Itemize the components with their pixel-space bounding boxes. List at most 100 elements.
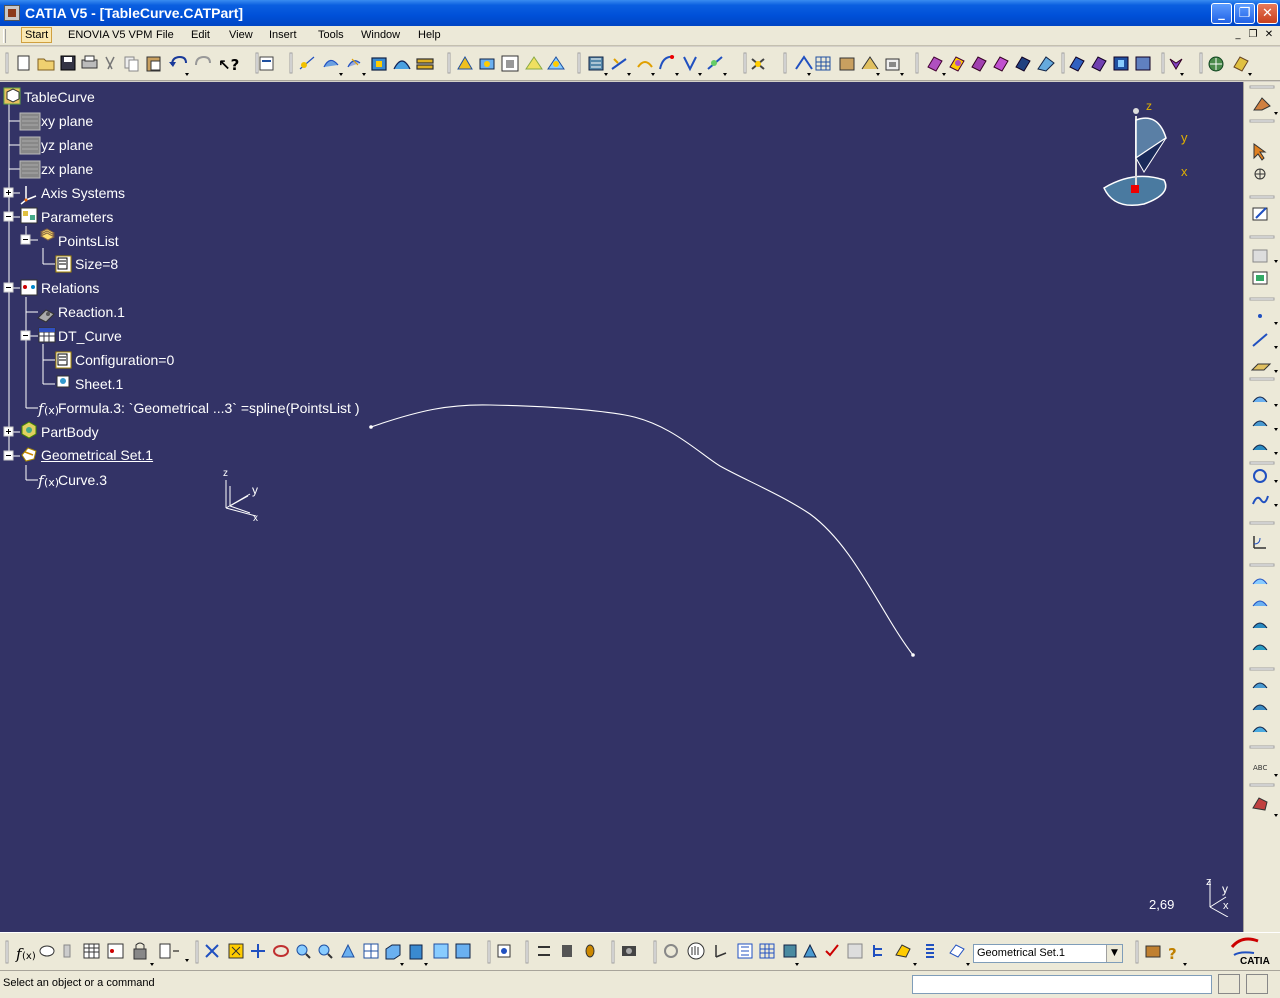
relations-icon xyxy=(20,279,38,296)
lock-icon xyxy=(133,942,147,960)
compass[interactable] xyxy=(1103,108,1167,206)
current-set-dropdown[interactable]: Geometrical Set.1 ▼ xyxy=(973,944,1123,963)
tree-node-formula[interactable]: Formula.3: `Geometrical ...3` =spline(Po… xyxy=(58,400,360,416)
tree-node-axis-systems[interactable]: Axis Systems xyxy=(41,185,125,201)
menu-tools[interactable]: Tools xyxy=(318,29,344,41)
catalog-icon xyxy=(107,943,124,959)
split-icon xyxy=(1252,622,1268,629)
status-message: Select an object or a command xyxy=(3,977,155,989)
analysis-icon xyxy=(1252,797,1268,811)
revolve-icon xyxy=(1252,420,1268,427)
menu-file[interactable]: File xyxy=(156,29,174,41)
save-icon xyxy=(60,55,76,71)
partbody-icon xyxy=(21,421,37,439)
shading-icon xyxy=(409,944,423,960)
formula-tool-icon: f (x) xyxy=(15,945,36,963)
power-input-button[interactable] xyxy=(1218,974,1240,994)
axis-systems-icon xyxy=(20,186,37,205)
fit-all-icon xyxy=(228,943,244,959)
tree-node-configuration[interactable]: Configuration=0 xyxy=(75,352,174,368)
extrude-icon xyxy=(1252,396,1268,403)
current-set-value: Geometrical Set.1 xyxy=(977,947,1066,959)
tree-node-pointslist[interactable]: PointsList xyxy=(58,233,119,249)
heal-icon xyxy=(1252,600,1268,607)
origin-axis-x-label: x xyxy=(253,513,258,524)
right-toolbar-icons: ABC xyxy=(1249,85,1278,817)
grid-snap-icon xyxy=(759,943,775,959)
design-table-icon xyxy=(38,327,56,343)
tree-node-xy-plane[interactable]: xy plane xyxy=(41,113,93,129)
stop-command-button[interactable] xyxy=(1246,974,1268,994)
corner-axis-x-label: x xyxy=(1223,900,1229,912)
trim-icon xyxy=(1252,644,1268,651)
size-param-icon xyxy=(55,255,72,273)
menu-grip[interactable] xyxy=(3,29,6,43)
tree-node-dt-curve[interactable]: DT_Curve xyxy=(58,328,122,344)
menu-bar: Start ENOVIA V5 VPM File Edit View Inser… xyxy=(0,26,1280,46)
pan-icon xyxy=(251,944,265,958)
measure-between-icon xyxy=(538,946,550,956)
tree-node-partbody[interactable]: PartBody xyxy=(41,424,99,440)
axis-icon xyxy=(715,945,727,958)
fly-icon xyxy=(205,944,219,958)
catia-app-icon[interactable] xyxy=(4,5,20,21)
paste-icon xyxy=(146,56,161,72)
check-icon xyxy=(825,944,839,957)
close-button[interactable]: ✕ xyxy=(1257,3,1278,24)
tree-node-parameters[interactable]: Parameters xyxy=(41,209,113,225)
maximize-button[interactable]: ❐ xyxy=(1234,3,1255,24)
capture-icon xyxy=(497,944,511,958)
mdi-close-button[interactable]: ✕ xyxy=(1262,29,1276,42)
power-input-field[interactable] xyxy=(912,975,1212,994)
layer-icon xyxy=(783,944,797,958)
point-icon xyxy=(1258,314,1262,318)
grid-icon xyxy=(1252,249,1268,263)
menu-start[interactable]: Start xyxy=(21,27,53,43)
sheet-icon xyxy=(56,375,70,388)
tree-node-sheet[interactable]: Sheet.1 xyxy=(75,376,123,392)
menu-enovia[interactable]: ENOVIA V5 VPM xyxy=(68,29,152,41)
spec-tree-icon xyxy=(847,943,863,959)
menu-insert[interactable]: Insert xyxy=(269,29,297,41)
curve-end-point[interactable] xyxy=(911,653,915,657)
chevron-down-icon[interactable]: ▼ xyxy=(1106,945,1122,962)
menu-help[interactable]: Help xyxy=(418,29,441,41)
sketcher-icon xyxy=(1253,97,1271,111)
compass-x-label: x xyxy=(1181,164,1188,179)
menu-view[interactable]: View xyxy=(229,29,253,41)
catia-logo xyxy=(1230,937,1259,956)
curve-start-point[interactable] xyxy=(369,425,373,429)
reaction-tool-icon xyxy=(63,944,71,958)
tree-node-geometrical-set[interactable]: Geometrical Set.1 xyxy=(41,447,153,463)
open-icon xyxy=(37,58,55,71)
tree-expand-icon xyxy=(737,943,753,959)
menu-window[interactable]: Window xyxy=(361,29,400,41)
hand-icon xyxy=(687,942,705,960)
normal-view-icon xyxy=(341,943,355,958)
tree-node-size[interactable]: Size=8 xyxy=(75,256,118,272)
minimize-button[interactable]: _ xyxy=(1211,3,1232,24)
origin-axis-y-label: y xyxy=(252,483,258,497)
edit-icon xyxy=(1252,207,1268,221)
origin-axis-z-label: z xyxy=(223,468,228,479)
configuration-icon xyxy=(55,351,72,369)
3d-viewport[interactable]: f (x) f (x) TableCurve xy plane yz plane… xyxy=(0,82,1243,932)
tree-node-zx-plane[interactable]: zx plane xyxy=(41,161,93,177)
tree-node-curve[interactable]: Curve.3 xyxy=(58,472,107,488)
tree-node-relations[interactable]: Relations xyxy=(41,280,99,296)
plane-icon-yz xyxy=(19,136,41,155)
print-icon xyxy=(81,55,98,69)
mdi-minimize-button[interactable]: _ xyxy=(1231,29,1245,42)
right-toolbar: ABC xyxy=(1243,82,1280,932)
zoom-in-icon xyxy=(296,944,311,959)
properties-icon xyxy=(259,56,274,71)
tolerance-icon: ABC xyxy=(1253,764,1267,772)
geometry-canvas[interactable]: f (x) f (x) xyxy=(0,82,1243,932)
spline-curve[interactable] xyxy=(370,404,914,656)
plane-icon-xy xyxy=(19,112,41,131)
menu-edit[interactable]: Edit xyxy=(191,29,210,41)
tree-node-reaction[interactable]: Reaction.1 xyxy=(58,304,125,320)
tree-root-tablecurve[interactable]: TableCurve xyxy=(24,89,95,105)
mdi-restore-button[interactable]: ❐ xyxy=(1246,29,1260,42)
tree-node-yz-plane[interactable]: yz plane xyxy=(41,137,93,153)
